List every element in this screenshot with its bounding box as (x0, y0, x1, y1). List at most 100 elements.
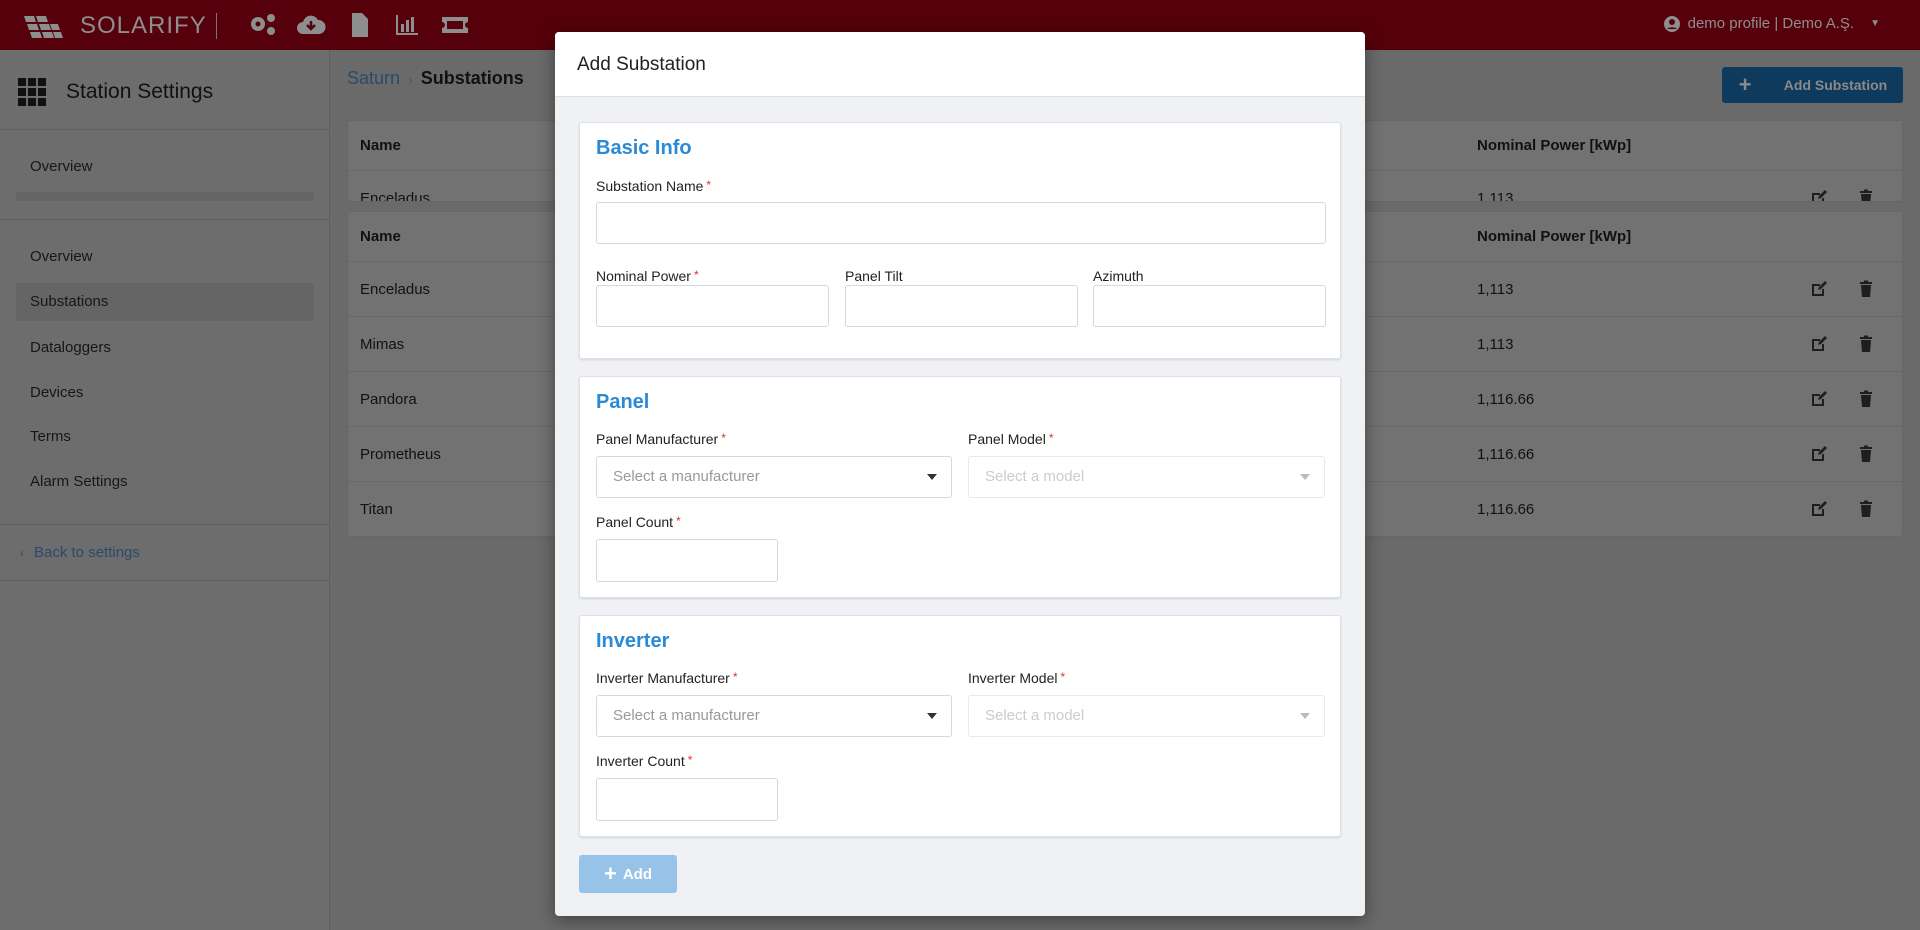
nav-divider (216, 13, 217, 39)
cell-name: Enceladus (360, 280, 431, 298)
cell-name: Prometheus (360, 445, 441, 463)
cell-name: Pandora (360, 390, 417, 408)
panel-model-label: Panel Model * (968, 431, 1054, 447)
azimuth-label: Azimuth (1093, 268, 1144, 284)
nominal-power-input[interactable] (596, 285, 829, 327)
placeholder: Select a manufacturer (613, 468, 760, 485)
required-mark: * (1048, 431, 1054, 445)
column-header-name[interactable]: Name (360, 228, 401, 245)
inverter-section: Inverter Inverter Manufacturer * Select a… (579, 615, 1341, 837)
edit-icon[interactable] (1810, 335, 1828, 353)
section-title: Basic Info (596, 137, 692, 159)
trash-icon[interactable] (1857, 500, 1875, 518)
plus-icon: + (1738, 72, 1752, 97)
caret-down-icon: ▼ (1870, 18, 1880, 29)
file-icon[interactable] (344, 12, 374, 38)
panel-model-select[interactable]: Select a model (968, 456, 1325, 498)
bar-chart-icon[interactable] (392, 12, 422, 38)
placeholder: Select a model (985, 468, 1085, 485)
edit-icon[interactable] (1810, 390, 1828, 408)
back-label: Back to settings (34, 544, 140, 561)
add-substation-label: Add Substation (1783, 77, 1888, 93)
edit-icon[interactable] (1810, 280, 1828, 298)
inverter-count-input[interactable] (596, 778, 778, 821)
placeholder: Select a model (985, 707, 1085, 724)
required-mark: * (732, 670, 738, 684)
substation-name-input[interactable] (596, 202, 1326, 244)
required-mark: * (721, 431, 726, 445)
divider (0, 129, 330, 130)
inverter-manufacturer-select[interactable]: Select a manufacturer (596, 695, 952, 737)
cell-name: Titan (360, 500, 393, 518)
sidebar-item-devices[interactable]: Devices (16, 374, 314, 412)
loading-bar (16, 192, 314, 201)
cell-nominal-power: 1,113 (1477, 189, 1514, 202)
inverter-model-label: Inverter Model * (968, 670, 1066, 686)
trash-icon[interactable] (1857, 390, 1875, 408)
edit-icon[interactable] (1810, 500, 1828, 518)
sidebar-item-station-overview[interactable]: Overview (16, 148, 314, 186)
edit-icon[interactable] (1810, 445, 1828, 463)
sidebar-item-overview[interactable]: Overview (16, 238, 314, 276)
panel-count-label: Panel Count * (596, 514, 681, 530)
column-header-name[interactable]: Name (360, 137, 401, 154)
edit-icon[interactable] (1810, 189, 1828, 201)
panel-tilt-input[interactable] (845, 285, 1078, 327)
ticket-icon[interactable] (440, 12, 470, 38)
panel-manufacturer-label: Panel Manufacturer * (596, 431, 726, 447)
panel-manufacturer-select[interactable]: Select a manufacturer (596, 456, 952, 498)
section-title: Inverter (596, 630, 670, 652)
caret-down-icon (1300, 474, 1310, 480)
inverter-model-select[interactable]: Select a model (968, 695, 1325, 737)
divider (0, 524, 330, 525)
panel-section: Panel Panel Manufacturer * Select a manuf… (579, 376, 1341, 598)
column-header-nominal-power[interactable]: Nominal Power [kWp] (1477, 137, 1631, 154)
substation-name-label: Substation Name * (596, 178, 712, 194)
gears-icon[interactable] (248, 12, 278, 38)
caret-down-icon (927, 474, 937, 480)
trash-icon[interactable] (1857, 280, 1875, 298)
trash-icon[interactable] (1857, 189, 1875, 201)
profile-menu[interactable]: demo profile | Demo A.Ş. ▼ (1663, 15, 1880, 32)
profile-name: demo profile | Demo A.Ş. (1687, 15, 1855, 32)
required-mark: * (1060, 670, 1066, 684)
panel-count-input[interactable] (596, 539, 778, 582)
trash-icon[interactable] (1857, 445, 1875, 463)
caret-down-icon (1300, 713, 1310, 719)
column-header-nominal-power[interactable]: Nominal Power [kWp] (1477, 228, 1631, 245)
back-to-settings-link[interactable]: ‹ Back to settings (16, 534, 314, 572)
breadcrumb: Saturn › Substations (347, 68, 524, 89)
grid-icon (18, 78, 46, 106)
breadcrumb-current: Substations (420, 68, 524, 88)
inverter-count-label: Inverter Count * (596, 753, 693, 769)
required-mark: * (706, 178, 712, 192)
cell-nominal-power: 1,116.66 (1477, 390, 1535, 408)
sidebar: Station Settings Overview Overview Subst… (0, 50, 330, 930)
brand-name: SOLARIFY (80, 12, 207, 39)
required-mark: * (693, 268, 699, 282)
sidebar-item-alarm-settings[interactable]: Alarm Settings (16, 463, 314, 501)
sidebar-item-dataloggers[interactable]: Dataloggers (16, 329, 314, 367)
trash-icon[interactable] (1857, 335, 1875, 353)
user-circle-icon (1663, 15, 1680, 32)
sidebar-item-substations[interactable]: Substations (16, 283, 314, 321)
sidebar-item-terms[interactable]: Terms (16, 418, 314, 456)
add-label: Add (622, 865, 653, 883)
panel-tilt-label: Panel Tilt (845, 268, 903, 284)
logo[interactable]: SOLARIFY (20, 12, 207, 40)
cell-nominal-power: 1,116.66 (1477, 445, 1535, 463)
divider (0, 219, 330, 220)
add-substation-button[interactable]: + Add Substation (1722, 67, 1903, 103)
breadcrumb-parent[interactable]: Saturn (347, 68, 400, 88)
cloud-download-icon[interactable] (296, 12, 326, 38)
caret-down-icon (927, 713, 937, 719)
azimuth-input[interactable] (1093, 285, 1326, 327)
add-button[interactable]: + Add (579, 855, 677, 893)
required-mark: * (687, 753, 693, 767)
cell-nominal-power: 1,113 (1477, 280, 1514, 298)
add-substation-modal: Add Substation Basic Info Substation Nam… (555, 32, 1365, 916)
inverter-manufacturer-label: Inverter Manufacturer * (596, 670, 738, 686)
placeholder: Select a manufacturer (613, 707, 760, 724)
solar-panel-icon (24, 16, 63, 38)
required-mark: * (676, 514, 681, 528)
